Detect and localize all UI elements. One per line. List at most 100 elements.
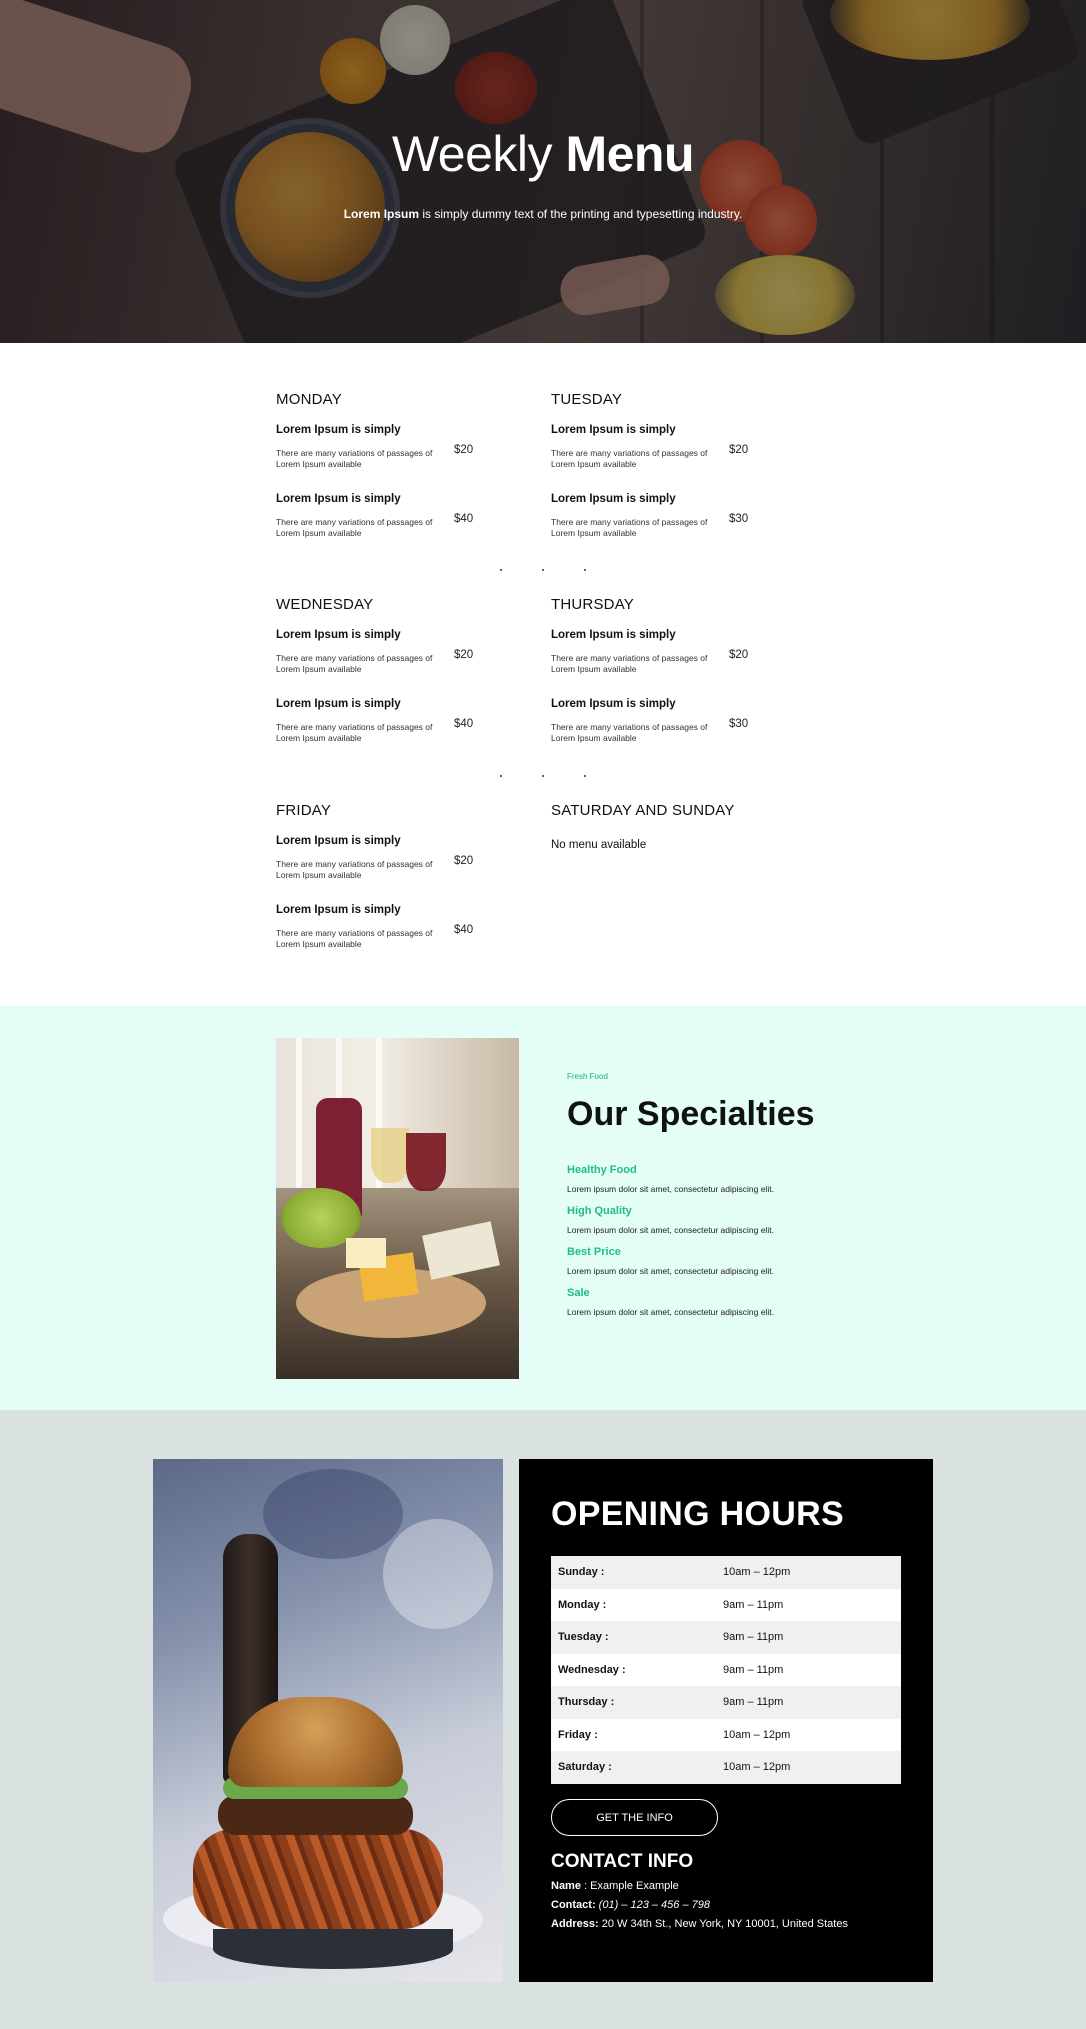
item-name: Lorem Ipsum is simply [551, 698, 676, 710]
hero-subtitle: Lorem Ipsum is simply dummy text of the … [0, 207, 1086, 221]
day-wednesday: WEDNESDAY Lorem Ipsum is simply There ar… [276, 596, 516, 756]
menu-item: Lorem Ipsum is simply There are many var… [551, 698, 791, 758]
photo-blur [383, 1519, 493, 1629]
item-name: Lorem Ipsum is simply [276, 424, 401, 436]
day-title: TUESDAY [551, 391, 623, 408]
menu-item: Lorem Ipsum is simply There are many var… [276, 629, 516, 689]
item-price: $40 [454, 924, 474, 936]
item-description: There are many variations of passages of… [551, 722, 708, 743]
hours-day: Sunday : [558, 1566, 605, 1579]
day-title: THURSDAY [551, 596, 634, 613]
day-tuesday: TUESDAY Lorem Ipsum is simply There are … [551, 391, 791, 551]
weekly-menu: MONDAY Lorem Ipsum is simply There are m… [0, 343, 1086, 1006]
item-name: Lorem Ipsum is simply [551, 424, 676, 436]
contact-name-line: Name : Example Example [551, 1877, 848, 1896]
hours-day: Tuesday : [558, 1631, 609, 1644]
item-price: $30 [729, 513, 749, 525]
menu-item: Lorem Ipsum is simply There are many var… [276, 698, 516, 758]
hours-time: 9am – 11pm [723, 1598, 784, 1611]
white-wine-glass [371, 1128, 409, 1183]
photo-blur [263, 1469, 403, 1559]
specialties-text: Fresh Food Our Specialties Healthy Food … [567, 1072, 867, 1317]
contact-address-value: 20 W 34th St., New York, NY 10001, Unite… [598, 1918, 848, 1930]
item-price: $20 [729, 444, 749, 456]
contact-details: Name : Example Example Contact: (01) – 1… [551, 1877, 848, 1934]
day-title: WEDNESDAY [276, 596, 374, 613]
feature-description: Lorem ipsum dolor sit amet, consectetur … [567, 1266, 774, 1276]
item-price: $20 [454, 649, 474, 661]
hours-day: Saturday : [558, 1761, 612, 1774]
hours-time: 10am – 12pm [723, 1761, 791, 1774]
hours-row: Friday : 10am – 12pm [551, 1718, 901, 1751]
hours-time: 9am – 11pm [723, 1696, 784, 1709]
contact-phone-value: (01) – 123 – 456 – 798 [595, 1899, 710, 1911]
item-price: $40 [454, 513, 474, 525]
menu-item: Lorem Ipsum is simply There are many var… [551, 493, 791, 553]
hours-row: Monday : 9am – 11pm [551, 1588, 901, 1621]
item-name: Lorem Ipsum is simply [551, 629, 676, 641]
hours-contact-section: OPENING HOURS Sunday : 10am – 12pm Monday… [0, 1410, 1086, 2029]
contact-phone-label: Contact: [551, 1899, 596, 1911]
section-title: Our Specialties [567, 1095, 815, 1133]
contact-name-value: : Example Example [580, 1880, 679, 1892]
day-title: MONDAY [276, 391, 342, 408]
item-name: Lorem Ipsum is simply [276, 493, 401, 505]
day-weekend: SATURDAY AND SUNDAY No menu available [551, 802, 791, 882]
item-description: There are many variations of passages of… [276, 517, 433, 538]
item-description: There are many variations of passages of… [551, 517, 708, 538]
hours-time: 10am – 12pm [723, 1566, 791, 1579]
item-price: $20 [729, 649, 749, 661]
item-price: $20 [454, 855, 474, 867]
photo-slat [296, 1038, 302, 1188]
get-the-info-button[interactable]: GET THE INFO [551, 1799, 718, 1836]
burger-patty [218, 1795, 413, 1835]
contact-title: CONTACT INFO [551, 1851, 694, 1872]
item-price: $40 [454, 718, 474, 730]
red-wine-glass [406, 1133, 446, 1191]
item-name: Lorem Ipsum is simply [276, 698, 401, 710]
opening-hours-card: OPENING HOURS Sunday : 10am – 12pm Monday… [519, 1459, 933, 1982]
feature-name: Sale [567, 1287, 590, 1299]
feature-item: Healthy Food Lorem ipsum dolor sit amet,… [567, 1164, 867, 1194]
hours-day: Friday : [558, 1728, 598, 1741]
subtitle-bold: Lorem Ipsum [343, 207, 420, 221]
hours-time: 10am – 12pm [723, 1728, 791, 1741]
specialties-section: Fresh Food Our Specialties Healthy Food … [0, 1006, 1086, 1410]
brie-photo [346, 1238, 386, 1268]
divider-dots [497, 569, 587, 573]
burger-photo [153, 1459, 503, 1982]
menu-item: Lorem Ipsum is simply There are many var… [551, 424, 791, 484]
day-title: FRIDAY [276, 802, 332, 819]
feature-item: Sale Lorem ipsum dolor sit amet, consect… [567, 1287, 867, 1317]
feature-name: Best Price [567, 1246, 621, 1258]
feature-name: Healthy Food [567, 1164, 637, 1176]
item-description: There are many variations of passages of… [276, 448, 433, 469]
feature-description: Lorem ipsum dolor sit amet, consectetur … [567, 1307, 774, 1317]
hours-time: 9am – 11pm [723, 1631, 784, 1644]
blue-cheese-photo [422, 1221, 500, 1280]
hours-day: Monday : [558, 1598, 607, 1611]
hours-row: Sunday : 10am – 12pm [551, 1556, 901, 1589]
hours-day: Wednesday : [558, 1663, 626, 1676]
item-price: $30 [729, 718, 749, 730]
menu-item: Lorem Ipsum is simply There are many var… [276, 904, 516, 964]
item-name: Lorem Ipsum is simply [276, 835, 401, 847]
item-description: There are many variations of passages of… [276, 653, 433, 674]
hours-day: Thursday : [558, 1696, 615, 1709]
hours-table: Sunday : 10am – 12pm Monday : 9am – 11pm T… [551, 1556, 901, 1784]
hours-row: Tuesday : 9am – 11pm [551, 1621, 901, 1654]
item-description: There are many variations of passages of… [276, 722, 433, 743]
item-description: There are many variations of passages of… [551, 448, 708, 469]
eyebrow-label: Fresh Food [567, 1072, 608, 1081]
day-thursday: THURSDAY Lorem Ipsum is simply There are… [551, 596, 791, 756]
feature-description: Lorem ipsum dolor sit amet, consectetur … [567, 1225, 774, 1235]
feature-description: Lorem ipsum dolor sit amet, consectetur … [567, 1184, 774, 1194]
item-description: There are many variations of passages of… [276, 928, 433, 949]
contact-name-label: Name [551, 1880, 581, 1892]
hours-row: Saturday : 10am – 12pm [551, 1751, 901, 1784]
title-bold: Menu [565, 126, 694, 182]
page-title: Weekly Menu [0, 125, 1086, 183]
contact-phone-line: Contact: (01) – 123 – 456 – 798 [551, 1896, 848, 1915]
day-title: SATURDAY AND SUNDAY [551, 802, 735, 819]
hours-title: OPENING HOURS [551, 1495, 844, 1533]
